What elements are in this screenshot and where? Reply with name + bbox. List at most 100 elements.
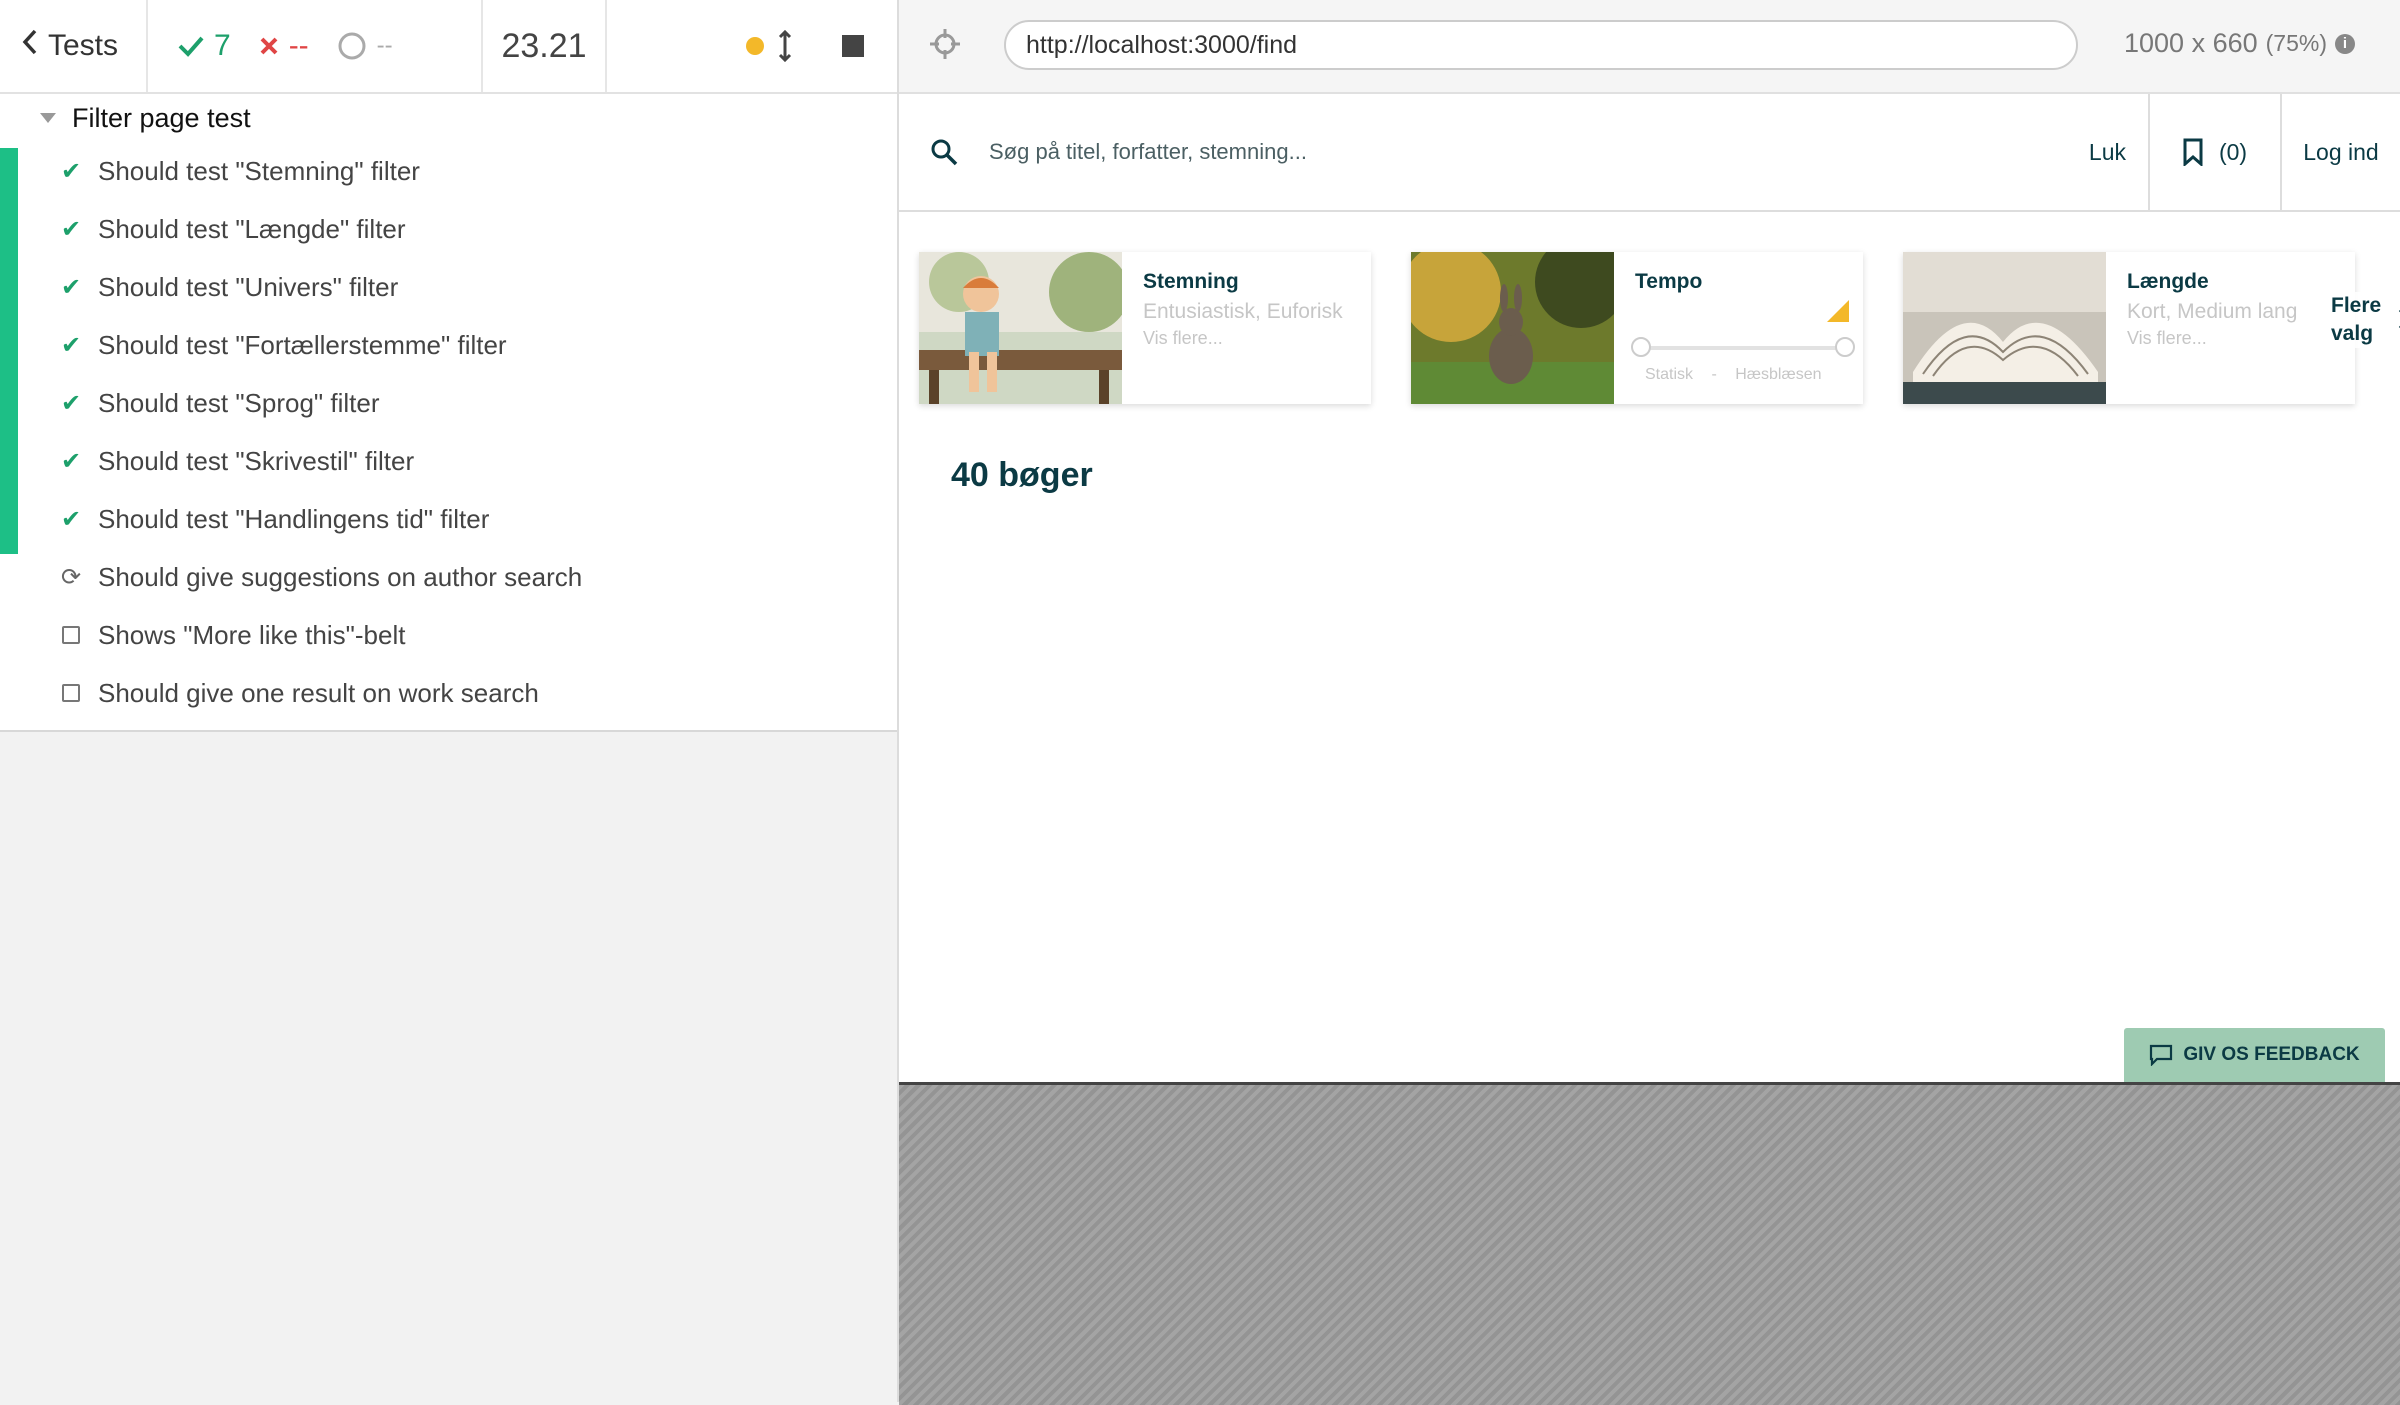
viewport-size: 1000 x 660: [2124, 28, 2258, 58]
slider-label-max: Hæsblæsende: [1735, 366, 1822, 383]
slider-labels: Statisk - Hæsblæsende: [1645, 366, 1821, 384]
passed-count: 7: [214, 29, 231, 62]
crosshair-icon: [930, 29, 960, 59]
running-dot-icon: [746, 37, 764, 55]
test-row[interactable]: ✔ Should test "Stemning" filter: [0, 142, 898, 200]
checkbox-empty-icon: [60, 684, 82, 702]
more-choices-button[interactable]: Flere valg: [2323, 292, 2382, 348]
test-title: Should test "Stemning" filter: [98, 155, 420, 186]
test-list: ✔ Should test "Stemning" filter ✔ Should t…: [0, 94, 898, 722]
test-row[interactable]: Shows "More like this"-belt: [0, 606, 898, 664]
test-row[interactable]: ✔ Should test "Længde" filter: [0, 200, 898, 258]
viewport-backdrop: [899, 1082, 2400, 1405]
feedback-label: GIV OS FEEDBACK: [2183, 1044, 2360, 1065]
test-title: Should test "Univers" filter: [98, 271, 399, 302]
cross-icon: [260, 37, 278, 55]
card-image-open-book: [1903, 252, 2106, 404]
test-title: Should test "Skrivestil" filter: [98, 445, 415, 476]
test-row[interactable]: ⟳ Should give suggestions on author searc…: [0, 548, 898, 606]
slider-label-separator: -: [1711, 366, 1717, 383]
stop-icon[interactable]: [842, 35, 864, 57]
test-runner-topbar: Tests 7 -- -- 23.21: [0, 0, 898, 94]
site-header: Luk (0) Log ind: [899, 94, 2400, 212]
card-title: Stemning: [1143, 270, 1239, 293]
selector-playground-button[interactable]: [929, 28, 961, 68]
card-body: Stemning Entusiastisk, Euforisk Vis fler…: [1143, 270, 1363, 349]
bookmark-count: (0): [2218, 138, 2248, 165]
aut-header: http://localhost:3000/find 1000 x 660 (7…: [899, 0, 2400, 94]
info-icon[interactable]: i: [2334, 33, 2355, 54]
test-row[interactable]: ✔ Should test "Sprog" filter: [0, 374, 898, 432]
test-title: Should test "Fortællerstemme" filter: [98, 329, 507, 360]
show-more-link[interactable]: Vis flere...: [2127, 328, 2347, 349]
search-icon: [931, 139, 958, 166]
show-more-link[interactable]: Vis flere...: [1143, 328, 1363, 349]
test-title: Should give suggestions on author search: [98, 561, 583, 592]
card-image-rabbit: [1411, 252, 1614, 404]
tempo-slider[interactable]: [1631, 337, 1855, 357]
test-title: Should test "Sprog" filter: [98, 387, 380, 418]
test-row[interactable]: ✔ Should test "Fortællerstemme" filter: [0, 316, 898, 374]
test-stats: 7 -- --: [148, 0, 483, 92]
url-display[interactable]: http://localhost:3000/find: [1004, 20, 2078, 70]
vertical-arrows-icon: [778, 30, 792, 62]
check-icon: ✔: [60, 447, 82, 475]
more-choices-line2: valg: [2331, 322, 2374, 345]
test-title: Shows "More like this"-belt: [98, 619, 406, 650]
check-icon: ✔: [60, 273, 82, 301]
check-icon: ✔: [60, 505, 82, 533]
close-search-button[interactable]: Luk: [2089, 139, 2148, 166]
search-input[interactable]: [987, 138, 1691, 166]
filter-card-length[interactable]: Længde Kort, Medium lang Vis flere...: [1903, 252, 2355, 404]
slider-label-min: Statisk: [1645, 366, 1694, 383]
checkbox-empty-icon: [60, 626, 82, 644]
auto-scroll-toggle[interactable]: [746, 30, 792, 62]
check-icon: ✔: [60, 157, 82, 185]
pending-circle-icon: [338, 32, 366, 60]
corner-triangle-icon: [1827, 300, 1849, 322]
check-icon: ✔: [60, 331, 82, 359]
failed-stat: --: [259, 29, 309, 63]
check-icon: ✔: [60, 215, 82, 243]
test-title: Should give one result on work search: [98, 677, 539, 708]
app-viewport: Luk (0) Log ind Stemning: [899, 94, 2400, 1082]
check-icon: [178, 36, 204, 57]
test-row[interactable]: ✔ Should test "Skrivestil" filter: [0, 432, 898, 490]
login-button[interactable]: Log ind: [2280, 94, 2400, 210]
pending-stat: --: [337, 31, 393, 61]
card-body: Tempo: [1631, 270, 1855, 357]
viewport-scale: (75%): [2265, 30, 2327, 56]
bookmark-icon: [2183, 138, 2203, 166]
more-choices-line1: Flere: [2331, 294, 2382, 317]
passed-stat: 7: [178, 29, 231, 63]
test-title: Should test "Længde" filter: [98, 213, 406, 244]
chat-bubble-icon: [2150, 1044, 2173, 1066]
card-image-child-on-bench: [919, 252, 1122, 404]
card-title: Længde: [2127, 270, 2209, 293]
pending-count: --: [376, 32, 393, 59]
card-title: Tempo: [1635, 270, 1703, 293]
slider-handle-min[interactable]: [1631, 337, 1651, 357]
chevron-left-icon: [22, 29, 38, 63]
filter-card-mood[interactable]: Stemning Entusiastisk, Euforisk Vis fler…: [919, 252, 1371, 404]
card-body: Længde Kort, Medium lang Vis flere...: [2127, 270, 2347, 349]
check-icon: ✔: [60, 389, 82, 417]
feedback-button[interactable]: GIV OS FEEDBACK: [2124, 1028, 2385, 1082]
result-count: 40 bøger: [951, 456, 1093, 494]
back-to-tests-button[interactable]: Tests: [0, 0, 148, 92]
card-subtitle: Entusiastisk, Euforisk: [1143, 300, 1343, 323]
test-row[interactable]: Should give one result on work search: [0, 664, 898, 722]
slider-handle-max[interactable]: [1835, 337, 1855, 357]
test-row[interactable]: ✔ Should test "Handlingens tid" filter: [0, 490, 898, 548]
bookmarks-button[interactable]: (0): [2148, 94, 2280, 210]
duration: 23.21: [483, 0, 607, 92]
refresh-icon: ⟳: [60, 563, 82, 591]
test-title: Should test "Handlingens tid" filter: [98, 503, 490, 534]
passed-indicator-bar: [0, 148, 18, 554]
test-row[interactable]: ✔ Should test "Univers" filter: [0, 258, 898, 316]
back-label: Tests: [48, 29, 119, 62]
filter-card-tempo[interactable]: Tempo Statisk - Hæsblæsende: [1411, 252, 1863, 404]
runner-controls: [607, 0, 898, 92]
test-reporter: Filter page test ✔ Should test "Stemning"…: [0, 94, 898, 732]
failed-count: --: [288, 29, 309, 62]
